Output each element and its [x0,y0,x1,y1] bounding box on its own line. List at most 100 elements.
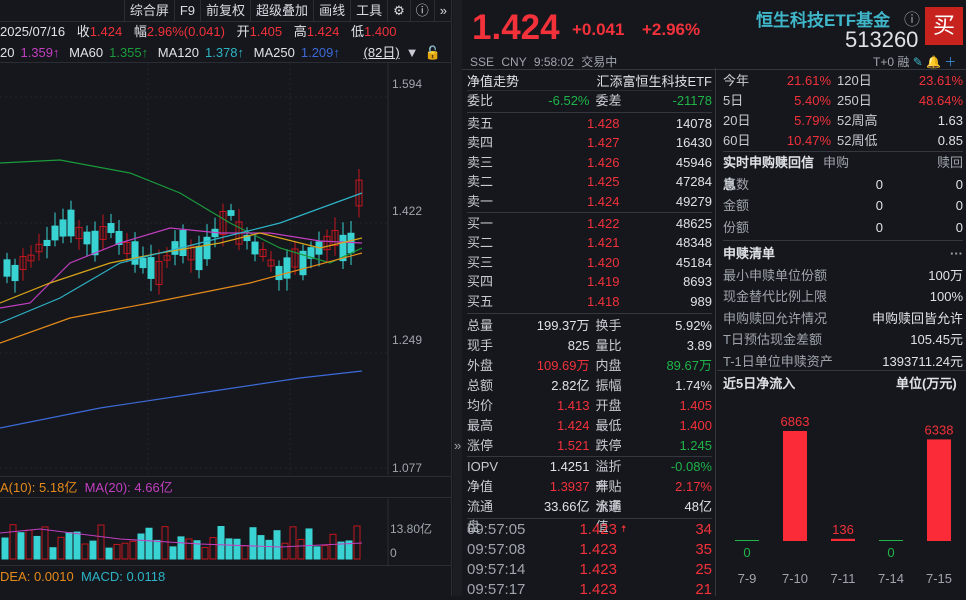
stat-row: 外盘109.69万内盘89.67万 [467,356,712,376]
period-selector[interactable]: (82日) [364,45,400,60]
chart-toolbar: 综合屏 F9 前复权 超级叠加 画线 工具 ⚙ ⓘ » [0,0,452,22]
lock-icon[interactable]: 🔓 [425,45,441,60]
candle-body [60,220,66,236]
bid-row[interactable]: 买四1.4198693 [467,272,712,291]
level-label: 买二 [467,233,527,252]
subscription-row: 金额00 [723,195,963,217]
toolbar-tools[interactable]: 工具 [350,0,387,22]
row-label: 金额 [723,195,823,217]
buy-button[interactable]: 买 [925,7,963,45]
stat-label: 52周高 [831,111,891,131]
subscription-row: 份额00 [723,217,963,239]
stat-label: 现手 [467,336,501,356]
up-arrow-icon [617,540,637,560]
toolbar-draw[interactable]: 画线 [313,0,350,22]
up-arrow-icon [617,560,637,580]
row-label: 最小申赎单位份额 [723,265,827,287]
stat-value: 825 [501,336,590,356]
volume-chart[interactable] [0,499,452,565]
volume-bar [106,548,112,559]
bid-row[interactable]: 买一1.42248625 [467,214,712,233]
candlestick-chart[interactable] [0,63,452,475]
fund-stat-row: 流通盘33.66亿流通值48亿 [467,497,712,517]
more-button[interactable]: ··· [950,243,963,265]
gear-icon[interactable]: ⚙ [387,0,410,22]
ask-row[interactable]: 卖二1.42547284 [467,172,712,191]
tick-row: 09:57:141.42325 [467,560,712,580]
stat-label: 最低 [590,416,624,436]
ask-row[interactable]: 卖一1.42449279 [467,192,712,211]
toolbar-adjust[interactable]: 前复权 [200,0,250,22]
stat-value: 5.40% [759,91,831,111]
list-row: 最小申赎单位份额100万 [723,265,963,287]
candle-body [148,258,154,279]
ask-row[interactable]: 卖五1.42814078 [467,114,712,133]
stat-value: 23.61% [891,71,963,91]
stat-row: 涨停1.521跌停1.245 [467,436,712,456]
level-label: 卖五 [467,114,527,133]
level-price: 1.421 [527,233,620,252]
stat-value: 5.92% [624,316,713,336]
stat-label: 总量 [467,316,501,336]
ma-row: 201.359↑ MA601.355↑ MA1201.378↑ MA2501.2… [0,43,452,63]
volume-bar [138,534,144,559]
price-axis-label: 1.422 [392,204,422,218]
volume-bar [114,544,120,559]
bar-value-label: 6338 [925,422,954,437]
divider [715,68,716,596]
pencil-icon[interactable]: ✎ [913,55,923,69]
triangle-down-icon[interactable]: ▼ [406,45,419,60]
return-row: 20日5.79%52周高1.63 [723,111,963,131]
bar-category-label: 7-10 [782,571,808,586]
stat-label: 20日 [723,111,759,131]
stat-value: 1.521 [501,436,590,456]
level-price: 1.425 [527,172,620,191]
candle-body [252,242,258,254]
stat-label: 最高 [467,416,501,436]
volume-bar [130,541,136,559]
return-row: 5日5.40%250日48.64% [723,91,963,111]
bell-icon[interactable]: 🔔 [926,55,941,69]
kline-info-row: 2025/07/16 收1.424 幅2.96%(0.041) 开1.405 高… [0,22,452,42]
toolbar-overview[interactable]: 综合屏 [124,0,174,22]
row-label: 份额 [723,217,823,239]
nav-trend-row[interactable]: 净值走势汇添富恒生科技ETF [467,71,712,91]
tick-row: 09:57:171.42321 [467,580,712,600]
volume-axis-label: 0 [390,546,397,560]
volume-bar [298,539,304,559]
kline-panel[interactable]: 综合屏 F9 前复权 超级叠加 画线 工具 ⚙ ⓘ » 2025/07/16 收… [0,0,452,596]
level-volume: 48625 [620,214,713,233]
help-icon[interactable]: ⓘ [410,0,434,22]
net-inflow-bar [783,431,807,541]
candle-body [52,226,58,240]
bid-row[interactable]: 买三1.42045184 [467,253,712,272]
stat-row: 总量199.37万换手5.92% [467,316,712,336]
toolbar-f9[interactable]: F9 [174,0,200,22]
volume-bar [74,532,80,559]
ask-row[interactable]: 卖三1.42645946 [467,153,712,172]
row-value: 申购赎回皆允许 [872,308,963,330]
ask-row[interactable]: 卖四1.42716430 [467,133,712,152]
bid-row[interactable]: 买五1.418989 [467,292,712,311]
stat-label: 今年 [723,71,759,91]
bid-row[interactable]: 买二1.42148348 [467,233,712,252]
stat-value: 5.79% [759,111,831,131]
market-status: SSE CNY 9:58:02 交易中 [470,53,617,70]
stat-value: 48.64% [891,91,963,111]
bar-value-label: 6863 [781,414,810,429]
plus-icon[interactable]: ＋ [944,55,956,69]
bar-value-label: 0 [743,545,750,560]
row-value: 0 [823,174,883,196]
level-price: 1.424 [527,192,620,211]
price-axis-label: 1.249 [392,333,422,347]
stat-label: 5日 [723,91,759,111]
panel-splitter[interactable]: » [453,0,462,596]
volume-bar [26,530,32,559]
tick-time: 09:57:05 [467,520,557,540]
expand-button[interactable]: » [454,438,461,453]
double-chevron-right-icon[interactable]: » [434,0,452,22]
level-volume: 47284 [620,172,713,191]
volume-bar [258,536,264,559]
tick-time: 09:57:08 [467,540,557,560]
toolbar-overlay[interactable]: 超级叠加 [250,0,313,22]
